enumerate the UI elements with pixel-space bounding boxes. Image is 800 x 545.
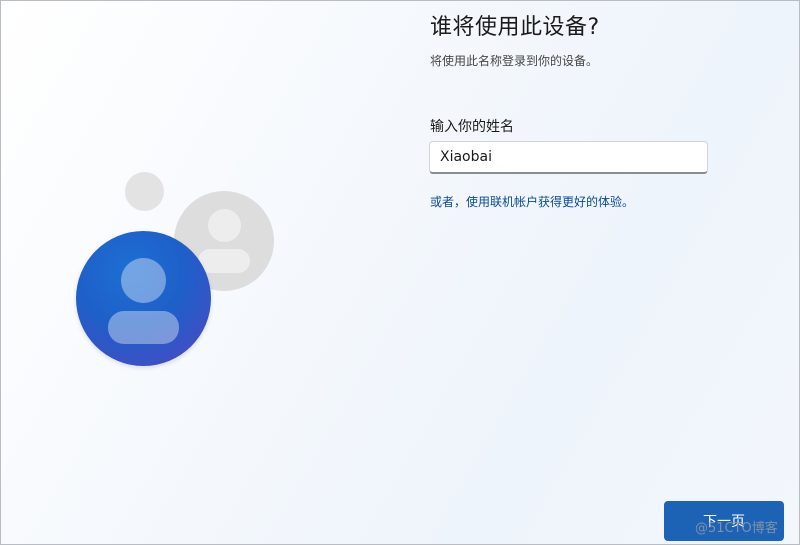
page-title: 谁将使用此设备? [430, 15, 600, 40]
user-avatar-icon [76, 231, 211, 366]
next-button[interactable]: 下一页 [664, 501, 784, 541]
avatar-body [198, 249, 250, 273]
avatar-body [108, 311, 179, 344]
name-field-label: 输入你的姓名 [430, 119, 514, 135]
avatar-head [208, 209, 241, 242]
name-field[interactable] [429, 141, 708, 174]
setup-window: 谁将使用此设备? 将使用此名称登录到你的设备。 输入你的姓名 或者，使用联机帐户… [0, 0, 800, 545]
online-account-link[interactable]: 或者，使用联机帐户获得更好的体验。 [430, 193, 634, 210]
page-subtitle: 将使用此名称登录到你的设备。 [430, 54, 599, 68]
avatar-head [121, 258, 166, 303]
decorative-dot [125, 172, 164, 211]
user-illustration [1, 1, 421, 544]
